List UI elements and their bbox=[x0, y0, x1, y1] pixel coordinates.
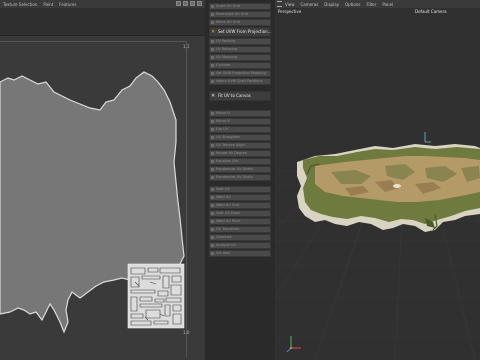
grid-icon[interactable] bbox=[190, 1, 195, 6]
command-icon bbox=[211, 160, 214, 163]
cmd-uv-packing[interactable]: UV Packing bbox=[209, 38, 271, 45]
command-icon bbox=[211, 21, 214, 24]
cmd-split-uv-edge[interactable]: Split UV Edge bbox=[209, 210, 271, 217]
cmd-flip-uv[interactable]: Flip UV bbox=[209, 126, 271, 133]
uv-menubar: Texture Selection Paint Features bbox=[0, 0, 205, 8]
command-icon bbox=[211, 252, 214, 255]
command-icon bbox=[211, 40, 214, 43]
command-icon bbox=[211, 236, 214, 239]
command-icon bbox=[211, 48, 214, 51]
menu-display[interactable]: Display bbox=[324, 2, 339, 7]
layout-icon[interactable] bbox=[277, 1, 282, 7]
cmd-scale-uv-grid[interactable]: Scale UV Grid bbox=[209, 3, 271, 10]
cmd-weld-uv-point[interactable]: Weld UV Point bbox=[209, 218, 271, 225]
cmd-randomize-uv-shells[interactable]: Randomize UV Shells bbox=[209, 166, 271, 173]
menu-cameras[interactable]: Cameras bbox=[301, 2, 319, 7]
command-icon bbox=[211, 220, 214, 223]
uv-editor-panel: Texture Selection Paint Features 1,1 1,0 bbox=[0, 0, 205, 360]
viewport-hud: Perspective Default Camera bbox=[275, 9, 480, 15]
command-icon bbox=[211, 212, 214, 215]
command-icon bbox=[211, 168, 214, 171]
cmd-split-uv[interactable]: Split UV bbox=[209, 186, 271, 193]
world-origin-gizmo bbox=[424, 132, 431, 143]
cmd-quantize[interactable]: Quantize bbox=[209, 234, 271, 241]
uv-canvas[interactable]: 1,1 1,0 bbox=[0, 36, 205, 360]
cmd-match-uvw-shell-positions[interactable]: Match UVW Shell Positions bbox=[209, 78, 271, 85]
axis-indicator bbox=[286, 336, 301, 353]
cmd-fit-uv-to-canvas[interactable]: ✕ Fit UV to Canvas bbox=[209, 91, 271, 101]
cmd-set-uvw-from-projection[interactable]: ✕ Set UVW From Projection... bbox=[209, 27, 272, 37]
cmd-uv-mapping[interactable]: UV Mapping bbox=[209, 54, 271, 61]
uv-shells-packed[interactable] bbox=[127, 263, 185, 329]
viewport-menubar: View Cameras Display Options Filter Pane… bbox=[275, 0, 480, 8]
command-icon bbox=[211, 64, 214, 67]
uv-subbar bbox=[0, 8, 205, 36]
cmd-weld-uv[interactable]: Weld UV bbox=[209, 194, 271, 201]
uv-grid-area[interactable]: 1,1 1,0 bbox=[0, 41, 190, 357]
camera-label[interactable]: Default Camera bbox=[415, 9, 447, 14]
command-icon bbox=[211, 228, 214, 231]
command-icon bbox=[211, 188, 214, 191]
uv-corner-bottom: 1,0 bbox=[183, 330, 190, 335]
command-icon bbox=[211, 112, 214, 115]
view-mode-label: Perspective bbox=[278, 9, 302, 14]
command-icon bbox=[211, 136, 214, 139]
command-icon bbox=[211, 56, 214, 59]
command-icon bbox=[211, 244, 214, 247]
cmd-set-add[interactable]: Set Add bbox=[209, 250, 271, 257]
cmd-cylinder[interactable]: Cylinder bbox=[209, 62, 271, 69]
viewport-scene bbox=[154, 132, 480, 360]
cmd-uv-straighten[interactable]: UV Straighten bbox=[209, 134, 271, 141]
cmd-relax-uv-grid[interactable]: Relax UV Grid bbox=[209, 19, 271, 26]
cmd-set-uvw-projection-mapping[interactable]: Set UVW Projection Mapping bbox=[209, 70, 271, 77]
command-icon bbox=[211, 196, 214, 199]
menu-filter[interactable]: Filter bbox=[366, 2, 376, 7]
uv-map-svg bbox=[0, 71, 185, 334]
cmd-weld-uv-grid[interactable]: Weld UV Grid bbox=[209, 202, 271, 209]
command-icon bbox=[211, 204, 214, 207]
move-icon[interactable] bbox=[176, 1, 181, 6]
cmd-uv-relaxing[interactable]: UV Relaxing bbox=[209, 46, 271, 53]
menu-paint[interactable]: Paint bbox=[43, 2, 53, 7]
uv-projection-icon: ✕ bbox=[211, 29, 216, 35]
command-icon bbox=[211, 128, 214, 131]
menu-view[interactable]: View bbox=[285, 2, 295, 7]
cmd-normalize-uv-grid[interactable]: Normalize UV Grid bbox=[209, 11, 271, 18]
cmd-mirror-u[interactable]: Mirror U bbox=[209, 110, 271, 117]
viewport-panel: View Cameras Display Options Filter Pane… bbox=[154, 0, 480, 360]
command-icon bbox=[211, 13, 214, 16]
cmd-uv-transform[interactable]: UV Transform bbox=[209, 226, 271, 233]
fit-canvas-icon: ✕ bbox=[211, 93, 216, 99]
cmd-randomize-uv-shells-2[interactable]: Randomize UV Shells bbox=[209, 174, 271, 181]
frame-icon[interactable] bbox=[197, 1, 202, 6]
command-icon bbox=[211, 144, 214, 147]
menu-panel[interactable]: Panel bbox=[382, 2, 393, 7]
uv-toolbar bbox=[176, 1, 202, 6]
command-icon bbox=[211, 176, 214, 179]
cmd-analyze-uv[interactable]: Analyze UV bbox=[209, 242, 271, 249]
uv-corner-top: 1,1 bbox=[183, 44, 190, 49]
viewport-canvas[interactable] bbox=[154, 16, 480, 360]
command-icon bbox=[211, 72, 214, 75]
cmd-mirror-v[interactable]: Mirror V bbox=[209, 118, 271, 125]
menu-texture-selection[interactable]: Texture Selection bbox=[3, 2, 37, 7]
cmd-uv-terrace-align[interactable]: UV Terrace Align bbox=[209, 142, 271, 149]
command-icon bbox=[211, 120, 214, 123]
cmd-rotate-90[interactable]: Rotate 90 Degree bbox=[209, 150, 271, 157]
command-icon bbox=[211, 5, 214, 8]
command-icon bbox=[211, 80, 214, 83]
menu-features[interactable]: Features bbox=[59, 2, 76, 7]
command-icon bbox=[211, 152, 214, 155]
menu-options[interactable]: Options bbox=[345, 2, 360, 7]
scale-icon[interactable] bbox=[183, 1, 188, 6]
terrain-model[interactable] bbox=[297, 144, 480, 232]
command-palette: Scale UV Grid Normalize UV Grid Relax UV… bbox=[205, 0, 275, 360]
cmd-equalize-uvs[interactable]: Equalize UVs bbox=[209, 158, 271, 165]
